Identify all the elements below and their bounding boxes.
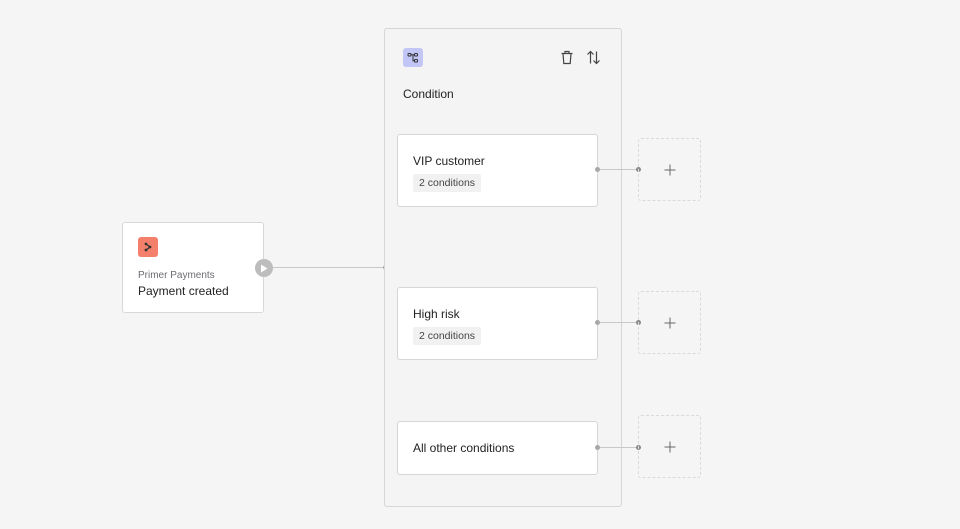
branch-name: VIP customer <box>413 154 485 168</box>
plus-icon <box>664 441 675 452</box>
connector-line <box>600 447 638 448</box>
add-step-button[interactable] <box>638 415 701 478</box>
connector-line <box>273 267 384 268</box>
add-step-button[interactable] <box>638 291 701 354</box>
plus-icon <box>664 164 675 175</box>
trigger-card[interactable]: Primer Payments Payment created <box>122 222 264 313</box>
branch-card-vip-customer[interactable]: VIP customer 2 conditions <box>397 134 598 207</box>
primer-logo-icon <box>138 237 158 257</box>
trigger-provider: Primer Payments <box>138 270 215 281</box>
conditions-badge: 2 conditions <box>413 327 482 345</box>
conditions-badge: 2 conditions <box>413 174 482 192</box>
branch-name: High risk <box>413 307 460 321</box>
play-icon <box>261 264 268 272</box>
trash-icon <box>561 50 573 64</box>
branch-name: All other conditions <box>413 441 515 455</box>
run-trigger-button[interactable] <box>255 259 273 277</box>
branch-card-high-risk[interactable]: High risk 2 conditions <box>397 287 598 360</box>
branch-condition-icon <box>403 48 423 67</box>
trigger-event: Payment created <box>138 284 229 298</box>
sort-arrows-icon <box>586 50 600 64</box>
add-step-button[interactable] <box>638 138 701 201</box>
reorder-button[interactable] <box>585 49 601 65</box>
connector-line <box>600 322 638 323</box>
connector-line <box>600 169 638 170</box>
branch-card-all-other[interactable]: All other conditions <box>397 421 598 475</box>
panel-title: Condition <box>403 87 454 101</box>
plus-icon <box>664 317 675 328</box>
delete-button[interactable] <box>559 49 575 65</box>
